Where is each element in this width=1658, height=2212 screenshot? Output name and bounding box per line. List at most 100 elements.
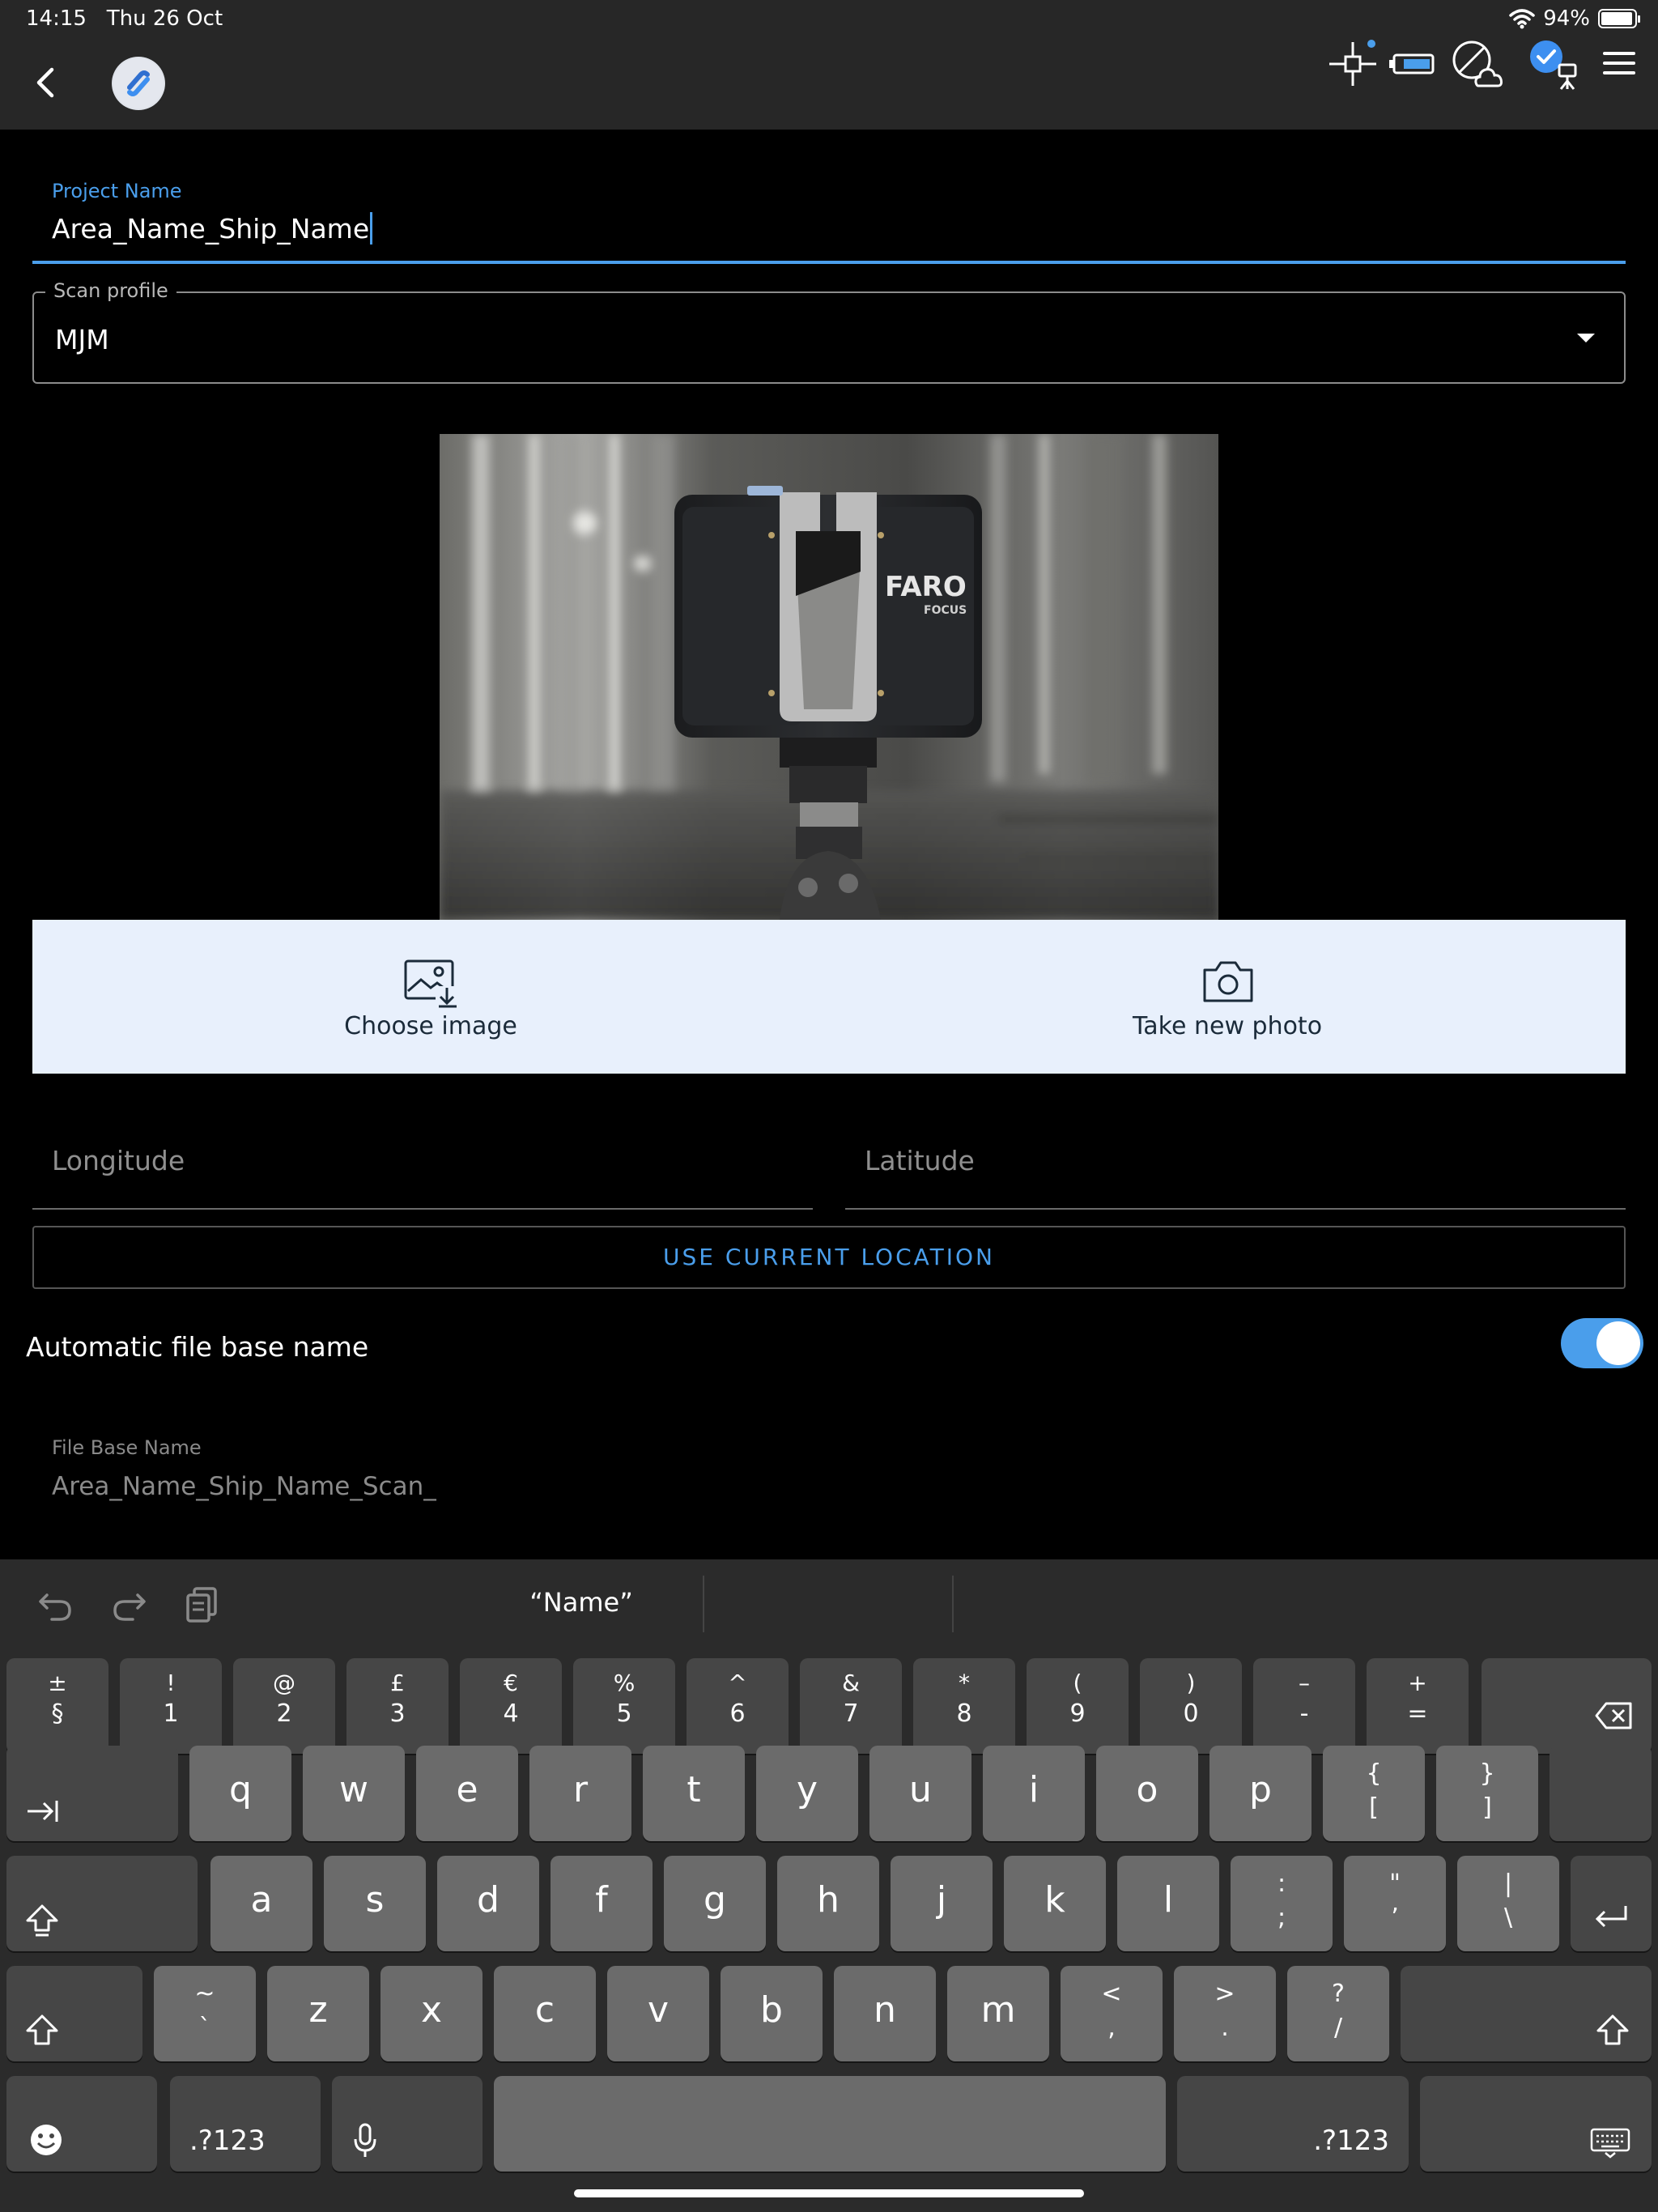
chevron-left-icon[interactable] — [24, 60, 70, 105]
key-extra-0[interactable]: :; — [1231, 1856, 1333, 1951]
key-6[interactable]: ^ 6 — [687, 1658, 789, 1754]
key-l[interactable]: l — [1117, 1856, 1219, 1951]
key-1[interactable]: ! 1 — [120, 1658, 222, 1754]
emoji-icon — [31, 2125, 62, 2155]
clipboard-paste-icon[interactable] — [183, 1585, 220, 1623]
key-extra-1[interactable]: "’ — [1344, 1856, 1446, 1951]
undo-icon[interactable] — [37, 1585, 74, 1623]
dictation-key[interactable] — [332, 2076, 483, 2172]
key-=[interactable]: + = — [1367, 1658, 1469, 1754]
key-c[interactable]: c — [494, 1966, 596, 2061]
key-§[interactable]: ± § — [6, 1658, 108, 1754]
choose-image-button[interactable]: Choose image — [32, 920, 829, 1074]
cloud-disabled-icon[interactable] — [1449, 37, 1503, 91]
key-k[interactable]: k — [1004, 1856, 1106, 1951]
numbers-key-right[interactable]: .?123 — [1177, 2076, 1409, 2172]
key-e[interactable]: e — [416, 1746, 518, 1841]
key-label: v — [647, 1989, 670, 2031]
key-label: h — [817, 1879, 840, 1921]
key-label: [ — [1369, 1793, 1379, 1822]
key-a[interactable]: a — [210, 1856, 312, 1951]
key-m[interactable]: m — [947, 1966, 1049, 2061]
key-n[interactable]: n — [834, 1966, 936, 2061]
shift-right-key[interactable] — [1401, 1966, 1652, 2061]
dropdown-arrow-icon[interactable] — [1577, 334, 1595, 342]
key-label: 6 — [729, 1699, 746, 1728]
longitude-input[interactable]: Longitude — [52, 1145, 185, 1176]
key-extra-z-2[interactable]: ? / — [1287, 1966, 1389, 2061]
scan-profile-select[interactable] — [32, 291, 1626, 384]
key-[[interactable]: {[ — [1323, 1746, 1425, 1841]
take-photo-button[interactable]: Take new photo — [829, 920, 1626, 1074]
key-5[interactable]: % 5 — [573, 1658, 675, 1754]
status-bar: 14:15 Thu 26 Oct 94% — [0, 0, 1658, 37]
use-current-location-button[interactable]: USE CURRENT LOCATION — [32, 1226, 1626, 1289]
key-q[interactable]: q — [189, 1746, 291, 1841]
return-key[interactable] — [1571, 1856, 1652, 1951]
emoji-key[interactable] — [6, 2076, 157, 2172]
key-4[interactable]: €4 — [460, 1658, 562, 1754]
key-label: d — [477, 1879, 500, 1921]
scanner-connected-icon[interactable] — [1527, 37, 1580, 91]
caps-lock-key[interactable] — [6, 1856, 198, 1951]
key-2[interactable]: @2 — [233, 1658, 335, 1754]
latitude-input[interactable]: Latitude — [865, 1145, 975, 1176]
redo-icon[interactable] — [110, 1585, 147, 1623]
key-s[interactable]: s — [324, 1856, 426, 1951]
project-name-underline — [32, 261, 1626, 264]
on-screen-keyboard: “Name” ± §! 1 @2 £3 €4% 5 ^ 6 & 7 * 8(9) 0– - + = q w e r t y u… — [0, 1559, 1658, 2212]
key-shift-label: } — [1479, 1759, 1495, 1788]
key-label: - — [1299, 1699, 1309, 1728]
key-8[interactable]: * 8 — [913, 1658, 1015, 1754]
key-g[interactable]: g — [664, 1856, 766, 1951]
key-p[interactable]: p — [1209, 1746, 1312, 1841]
delete-key[interactable] — [1482, 1658, 1652, 1754]
shift-icon — [26, 2014, 58, 2045]
key-h[interactable]: h — [777, 1856, 879, 1951]
numbers-key-left[interactable]: .?123 — [170, 2076, 321, 2172]
key-label: a — [250, 1879, 273, 1921]
scanner-battery-icon[interactable] — [1386, 37, 1439, 91]
key-][interactable]: }] — [1436, 1746, 1538, 1841]
tab-key[interactable] — [6, 1746, 178, 1841]
camera-icon — [1203, 961, 1253, 1002]
space-key[interactable] — [494, 2076, 1166, 2172]
crosshair-target-icon[interactable] — [1326, 37, 1380, 91]
key-y[interactable]: y — [756, 1746, 858, 1841]
key-tilde[interactable]: ~ ` — [154, 1966, 256, 2061]
auto-file-name-toggle[interactable] — [1561, 1318, 1643, 1368]
app-logo-icon[interactable] — [112, 57, 165, 110]
shift-left-key[interactable] — [6, 1966, 142, 2061]
status-date: Thu 26 Oct — [106, 6, 223, 31]
suggestion-item[interactable]: “Name” — [453, 1587, 709, 1618]
key-u[interactable]: u — [869, 1746, 971, 1841]
key-shift-label: | — [1503, 1870, 1513, 1898]
key-v[interactable]: v — [607, 1966, 709, 2061]
key-extra-2[interactable]: | \ — [1457, 1856, 1559, 1951]
key-extra-z-0[interactable]: <, — [1061, 1966, 1163, 2061]
project-name-input[interactable]: Area_Name_Ship_Name — [52, 212, 373, 245]
key-7[interactable]: & 7 — [800, 1658, 902, 1754]
key-shift-label: ! — [166, 1670, 176, 1696]
key-o[interactable]: o — [1096, 1746, 1198, 1841]
key--[interactable]: – - — [1253, 1658, 1355, 1754]
key-r[interactable]: r — [529, 1746, 631, 1841]
hamburger-menu-icon[interactable] — [1593, 37, 1647, 91]
key-b[interactable]: b — [721, 1966, 823, 2061]
hide-keyboard-key[interactable] — [1420, 2076, 1652, 2172]
key-extra-z-1[interactable]: >. — [1174, 1966, 1276, 2061]
key-f[interactable]: f — [551, 1856, 653, 1951]
key-x[interactable]: x — [380, 1966, 483, 2061]
key-0[interactable]: ) 0 — [1140, 1658, 1242, 1754]
key-w[interactable]: w — [303, 1746, 405, 1841]
key-label: o — [1136, 1769, 1158, 1810]
key-t[interactable]: t — [643, 1746, 745, 1841]
key-j[interactable]: j — [891, 1856, 993, 1951]
key-9[interactable]: (9 — [1027, 1658, 1129, 1754]
key-3[interactable]: £3 — [346, 1658, 449, 1754]
keyboard-dismiss-icon — [1590, 2128, 1630, 2159]
key-z[interactable]: z — [267, 1966, 369, 2061]
return-key-top[interactable] — [1550, 1746, 1652, 1841]
key-i[interactable]: i — [983, 1746, 1085, 1841]
key-d[interactable]: d — [437, 1856, 539, 1951]
